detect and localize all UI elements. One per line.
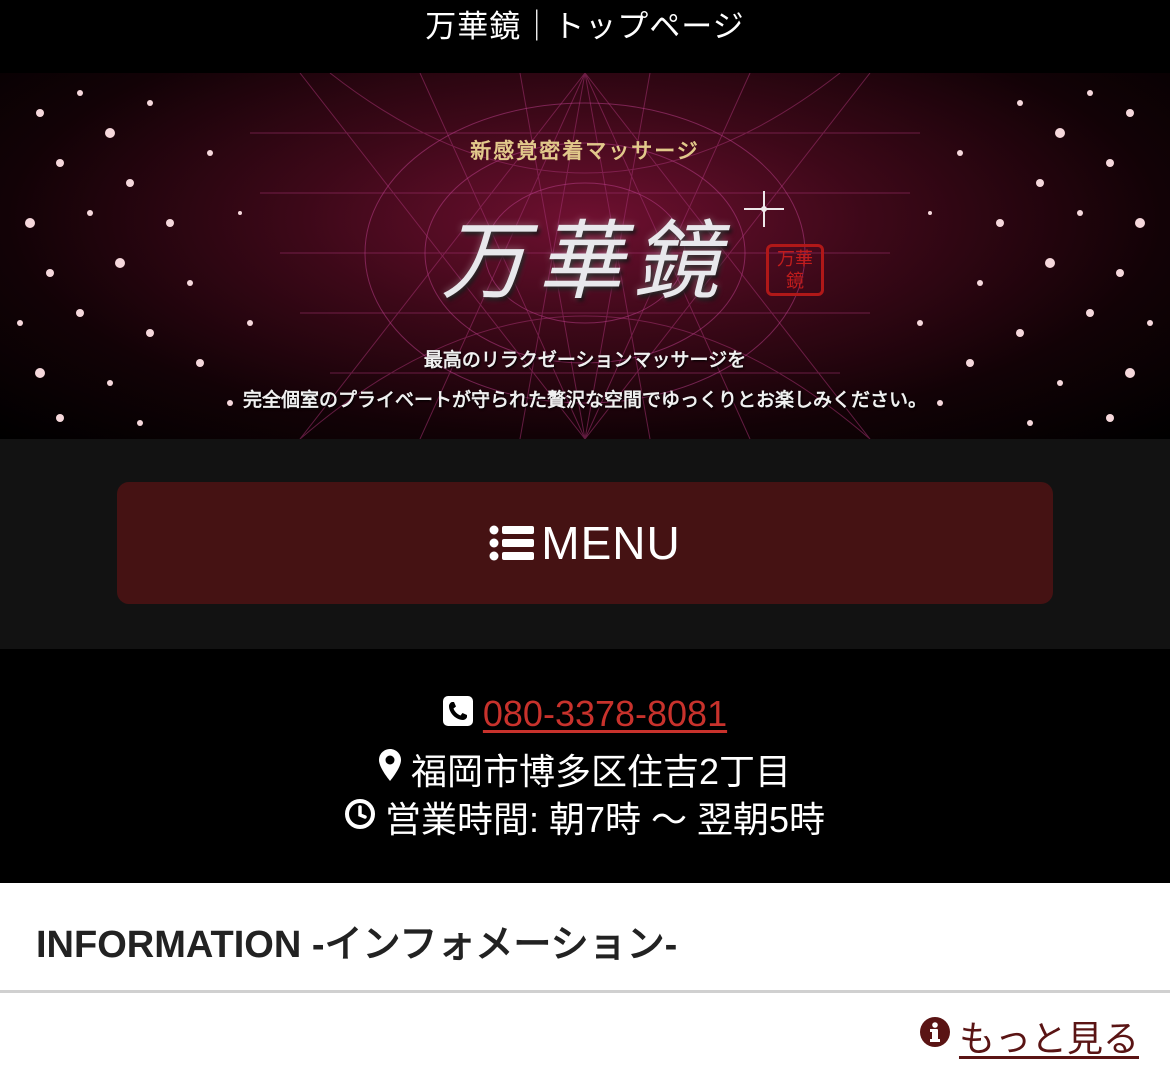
map-marker-icon — [378, 748, 401, 790]
info-circle-icon — [919, 1016, 951, 1057]
list-icon — [489, 525, 535, 561]
more-link-label: もっと見る — [958, 1019, 1139, 1060]
address-row: 福岡市博多区住吉2丁目 — [0, 743, 1170, 795]
hero-description-line1: 最高のリラクゼーションマッサージを — [423, 349, 747, 371]
address-text: 福岡市博多区住吉2丁目 — [410, 751, 792, 792]
phone-icon — [442, 693, 473, 735]
information-header: INFORMATION -インフォメーション- — [0, 883, 1170, 993]
logo-seal-stamp: 万華鏡 — [766, 244, 824, 296]
contact-info: 080-3378-8081 福岡市博多区住吉2丁目 営業時間: 朝7時 〜 翌朝… — [0, 649, 1170, 883]
brand-logo: 万華鏡 — [441, 212, 729, 312]
hero-description-line2: 完全個室のプライベートが守られた贅沢な空間でゆっくりとお楽しみください。 — [242, 389, 927, 411]
hero-banner: 新感覚密着マッサージ 万華鏡 万華鏡 最高のリラクゼーションマッサージを 完全個… — [0, 73, 1170, 439]
page-title: 万華鏡｜トップページ — [425, 9, 745, 45]
information-title: INFORMATION -インフォメーション- — [36, 924, 678, 966]
menu-section: MENU — [0, 439, 1170, 649]
information-body: もっと見る — [0, 993, 1170, 1081]
hours-row: 営業時間: 朝7時 〜 翌朝5時 — [0, 791, 1170, 843]
more-link[interactable]: もっと見る — [919, 1010, 1139, 1062]
hours-text: 営業時間: 朝7時 〜 翌朝5時 — [384, 799, 826, 840]
clock-icon — [344, 796, 375, 838]
page-header: 万華鏡｜トップページ — [0, 0, 1170, 73]
hero-tagline: 新感覚密着マッサージ — [470, 138, 700, 163]
menu-button-label: MENU — [541, 517, 681, 569]
phone-row: 080-3378-8081 — [0, 693, 1170, 735]
menu-button[interactable]: MENU — [117, 482, 1053, 604]
phone-link[interactable]: 080-3378-8081 — [483, 693, 727, 735]
